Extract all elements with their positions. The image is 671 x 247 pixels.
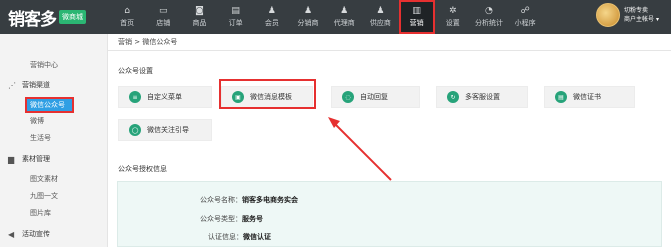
official-type-value: 服务号 (242, 215, 263, 223)
nav-item-distributor[interactable]: ♟ 分销商 (290, 0, 326, 34)
nav-item-order[interactable]: ▤ 订单 (218, 0, 254, 34)
sidebar-item-image-text[interactable]: 图文素材 (30, 174, 58, 184)
home-icon: ⌂ (124, 6, 130, 16)
nav-item-member[interactable]: ♟ 会员 (254, 0, 290, 34)
sidebar-item-image-library[interactable]: 图片库 (30, 208, 51, 218)
image-icon: ▆ (8, 154, 15, 164)
nav-item-home[interactable]: ⌂ 首页 (109, 0, 145, 34)
nav-item-supplier[interactable]: ♟ 供应商 (362, 0, 398, 34)
channel-icon: ⋰ (8, 80, 16, 90)
nav-item-label: 营销 (409, 19, 424, 27)
sidebar-group-marketing-channel[interactable]: ⋰ 营销渠道 (8, 80, 50, 90)
nav-item-settings[interactable]: ✲ 设置 (435, 0, 471, 34)
nav-item-label: 商品 (192, 19, 207, 27)
official-name-label: 公众号名称： (200, 196, 242, 204)
settings-icon: ✲ (449, 6, 457, 16)
certification-row: 认证信息：微信认证 (208, 232, 271, 242)
nav-item-miniprogram[interactable]: ☍ 小程序 (507, 0, 543, 34)
megaphone-icon: ◀ (8, 229, 15, 239)
user-menu[interactable]: 切粉专卖 商户主帐号 ▾ (596, 3, 659, 27)
official-name-value: 销客多电商务实会 (242, 196, 298, 204)
official-type-label: 公众号类型： (200, 215, 242, 223)
sidebar-item-nine-grid[interactable]: 九图一文 (30, 191, 58, 201)
sidebar-group-label: 活动宣传 (22, 230, 50, 238)
user-info[interactable]: 切粉专卖 商户主帐号 ▾ (624, 6, 659, 24)
certification-label: 认证信息： (208, 233, 243, 241)
main-nav: ⌂ 首页 ▭ 店铺 ◙ 商品 ▤ 订单 ♟ 会员 ♟ 分销商 ♟ 代理商 ♟ 供应商 ▥ 营销 ✲ 设置 ◔ 分析统计 ☍ 小… (109, 0, 543, 34)
nav-item-label: 设置 (445, 19, 460, 27)
nav-item-label: 供应商 (369, 19, 391, 27)
distributor-icon: ♟ (303, 6, 313, 16)
sidebar-group-promotion[interactable]: ◀ 活动宣传 (8, 229, 50, 239)
certification-value: 微信认证 (243, 233, 271, 241)
sidebar: 营销中心 ⋰ 营销渠道 微信公众号 微博 生活号 ▆ 素材管理 图文素材 九图一… (0, 34, 108, 247)
order-icon: ▤ (231, 6, 240, 16)
nav-item-marketing[interactable]: ▥ 营销 (398, 0, 435, 34)
logo-badge: 微商城 (59, 10, 86, 24)
section-title-auth: 公众号授权信息 (118, 165, 167, 173)
official-type-row: 公众号类型：服务号 (200, 214, 263, 224)
sidebar-group-material[interactable]: ▆ 素材管理 (8, 154, 50, 164)
miniprogram-icon: ☍ (520, 6, 530, 16)
logo-text: 销客多 (8, 9, 57, 30)
official-name-row: 公众号名称：销客多电商务实会 (200, 195, 298, 205)
nav-item-store[interactable]: ▭ 店铺 (145, 0, 181, 34)
nav-item-label: 首页 (120, 19, 135, 27)
analytics-icon: ◔ (485, 6, 493, 16)
supplier-icon: ♟ (376, 6, 385, 16)
agent-icon: ♟ (340, 6, 349, 16)
nav-item-label: 订单 (228, 19, 243, 27)
avatar[interactable] (596, 3, 620, 27)
main-content: 营销 > 微信公众号 公众号设置 ≡ 自定义菜单 ▣ 微信消息模板 ◌ 自动回复 ↻ 多客服设… (108, 34, 671, 247)
sidebar-group-label: 素材管理 (22, 155, 50, 163)
store-icon: ▭ (159, 6, 168, 16)
auth-info-panel: 公众号名称：销客多电商务实会 公众号类型：服务号 认证信息：微信认证 (117, 181, 662, 247)
sidebar-group-label: 营销渠道 (22, 81, 50, 89)
goods-icon: ◙ (195, 6, 204, 16)
marketing-icon: ▥ (412, 6, 421, 16)
nav-item-goods[interactable]: ◙ 商品 (181, 0, 217, 34)
member-icon: ♟ (267, 6, 276, 16)
nav-item-analytics[interactable]: ◔ 分析统计 (471, 0, 507, 34)
nav-item-label: 分销商 (297, 19, 319, 27)
sidebar-item-life-account[interactable]: 生活号 (30, 133, 51, 143)
sidebar-item-marketing-center[interactable]: 营销中心 (30, 60, 58, 70)
chevron-down-icon[interactable]: ▾ (656, 16, 659, 23)
nav-item-label: 会员 (264, 19, 279, 27)
logo[interactable]: 销客多 微商城 (8, 6, 86, 30)
nav-item-label: 分析统计 (474, 19, 503, 27)
sidebar-item-weibo[interactable]: 微博 (30, 116, 44, 126)
shop-name: 切粉专卖 (624, 7, 649, 14)
nav-item-label: 店铺 (156, 19, 171, 27)
highlight-box (25, 97, 74, 113)
account-role: 商户主帐号 ▾ (624, 16, 659, 23)
top-navigation-bar: 销客多 微商城 ⌂ 首页 ▭ 店铺 ◙ 商品 ▤ 订单 ♟ 会员 ♟ 分销商 ♟ 代理商 ♟ 供应商 ▥ 营销 ✲ 设… (0, 0, 671, 34)
nav-item-label: 小程序 (514, 19, 536, 27)
nav-item-agent[interactable]: ♟ 代理商 (326, 0, 362, 34)
nav-item-label: 代理商 (333, 19, 355, 27)
